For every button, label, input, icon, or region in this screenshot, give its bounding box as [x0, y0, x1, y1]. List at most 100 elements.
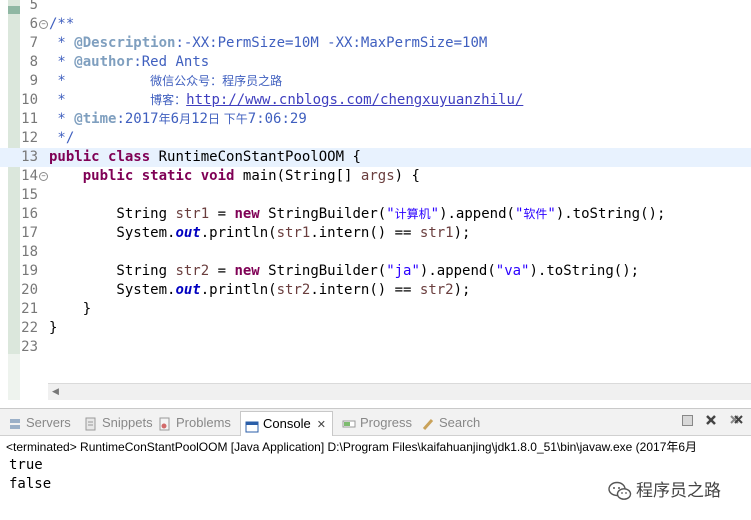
code-token: str1 — [276, 225, 311, 241]
code-line[interactable]: 15 — [0, 186, 751, 205]
remove-launch-icon[interactable] — [705, 414, 717, 429]
line-number: 13 — [21, 149, 38, 165]
code-token: /** — [49, 16, 75, 32]
search-icon — [421, 417, 435, 431]
code-token: args — [360, 168, 395, 184]
code-token: ); — [453, 225, 471, 241]
code-token: new — [234, 263, 260, 279]
code-line[interactable]: 8 * @author:Red Ants — [0, 53, 751, 72]
console-panel: Servers Snippets Problems Console ✕ Progr… — [0, 408, 751, 520]
code-line[interactable]: 17 System.out.println(str1.intern() == s… — [0, 224, 751, 243]
code-token: RuntimeConStantPoolOOM { — [150, 149, 361, 165]
code-line[interactable]: 7 * @Description:-XX:PermSize=10M -XX:Ma… — [0, 34, 751, 53]
line-code: System.out.println(str2.intern() == str2… — [49, 281, 470, 300]
code-token: 6 — [170, 111, 180, 127]
code-token: StringBuilder( — [259, 206, 387, 222]
code-line[interactable]: 22} — [0, 319, 751, 338]
scroll-left-icon[interactable]: ◀ — [52, 387, 59, 397]
line-code: * @author:Red Ants — [49, 53, 209, 72]
code-line[interactable]: 14− public static void main(String[] arg… — [0, 167, 751, 186]
code-token: @author — [74, 54, 134, 70]
code-line[interactable]: 18 — [0, 243, 751, 262]
remove-all-terminated-icon[interactable] — [729, 414, 743, 429]
code-token: public — [49, 149, 100, 165]
code-token: http://www.cnblogs.com/chengxuyuanzhilu/ — [186, 92, 524, 108]
code-token: 年 — [158, 112, 171, 126]
tab-label: Problems — [176, 415, 231, 430]
terminate-icon[interactable] — [682, 415, 694, 429]
line-code: */ — [49, 129, 74, 148]
code-line[interactable]: 13 public class RuntimeConStantPoolOOM { — [0, 148, 751, 167]
code-token: 博客： — [150, 93, 187, 107]
code-line[interactable]: 20 System.out.println(str2.intern() == s… — [0, 281, 751, 300]
line-code: } — [49, 300, 91, 319]
code-token: String — [49, 206, 176, 222]
line-number: 15 — [21, 187, 38, 203]
code-token: :Red Ants — [133, 54, 210, 70]
code-token: "va" — [495, 263, 530, 279]
tab-snippets[interactable]: Snippets — [84, 413, 153, 433]
code-line[interactable]: 23 — [0, 338, 751, 357]
code-line[interactable]: 12 */ — [0, 129, 751, 148]
line-code: public static void main(String[] args) { — [49, 167, 420, 186]
code-token: "ja" — [386, 263, 420, 279]
code-token: " — [430, 206, 440, 222]
code-token: @Description — [74, 35, 176, 51]
console-icon — [245, 418, 259, 433]
code-token: main(String[] — [234, 168, 361, 184]
code-token: * — [49, 111, 75, 127]
code-editor[interactable]: 5 6−/** 7 * @Description:-XX:PermSize=10M … — [0, 0, 751, 400]
code-token: str1 — [175, 206, 210, 222]
tab-console[interactable]: Console ✕ — [240, 411, 333, 436]
line-code: * 微信公众号：程序员之路 — [49, 72, 282, 91]
code-line[interactable]: 11 * @time:2017年6月12日 下午7:06:29 — [0, 110, 751, 129]
code-line[interactable]: 21 } — [0, 300, 751, 319]
code-token: ).toString(); — [555, 206, 666, 222]
line-code: /** — [49, 15, 74, 34]
watermark-text: 程序员之路 — [636, 481, 721, 501]
code-line[interactable]: 6−/** — [0, 15, 751, 34]
console-output-line: true — [9, 457, 43, 473]
code-token: * — [49, 73, 151, 89]
tab-problems[interactable]: Problems — [158, 413, 231, 433]
code-line[interactable]: 19 String str2 = new StringBuilder("ja")… — [0, 262, 751, 281]
code-token: } — [49, 320, 58, 336]
tab-label: Snippets — [102, 415, 153, 430]
tab-servers[interactable]: Servers — [8, 413, 71, 433]
code-token: str2 — [276, 282, 311, 298]
code-token: 微信公众号：程序员之路 — [150, 74, 283, 88]
tab-search[interactable]: Search — [421, 413, 480, 433]
code-token: 软件 — [523, 207, 548, 221]
code-token: ) { — [394, 168, 420, 184]
code-line[interactable]: 16 String str1 = new StringBuilder("计算机"… — [0, 205, 751, 224]
close-icon[interactable]: ✕ — [317, 419, 326, 431]
code-line[interactable]: 10 * 博客：http://www.cnblogs.com/chengxuyu… — [0, 91, 751, 110]
line-number: 12 — [21, 130, 38, 146]
code-token: 月 — [179, 112, 192, 126]
tab-progress[interactable]: Progress — [342, 413, 412, 433]
code-token: */ — [49, 130, 75, 146]
code-token: :-XX:PermSize=10M -XX:MaxPermSize=10M — [175, 35, 488, 51]
horizontal-scrollbar[interactable]: ◀ — [48, 383, 751, 400]
fold-toggle-icon[interactable]: − — [39, 172, 48, 181]
line-number: 21 — [21, 301, 38, 317]
progress-icon — [342, 417, 356, 431]
code-line[interactable]: 9 * 微信公众号：程序员之路 — [0, 72, 751, 91]
line-number: 8 — [29, 54, 38, 70]
code-token: out — [175, 282, 201, 298]
console-output-line: false — [9, 476, 52, 492]
annotation-ruler-empty — [8, 354, 20, 400]
code-line[interactable]: 5 — [0, 0, 751, 15]
line-number: 10 — [21, 92, 38, 108]
fold-toggle-icon[interactable]: − — [39, 20, 48, 29]
code-token: .println( — [200, 282, 277, 298]
panel-tab-bar: Servers Snippets Problems Console ✕ Progr… — [0, 409, 751, 436]
code-token: * — [49, 35, 75, 51]
line-code: String str1 = new StringBuilder("计算机").a… — [49, 205, 665, 224]
tab-label: Progress — [360, 415, 413, 430]
code-token: str2 — [175, 263, 210, 279]
line-number: 9 — [29, 73, 38, 89]
code-token: System. — [49, 225, 176, 241]
